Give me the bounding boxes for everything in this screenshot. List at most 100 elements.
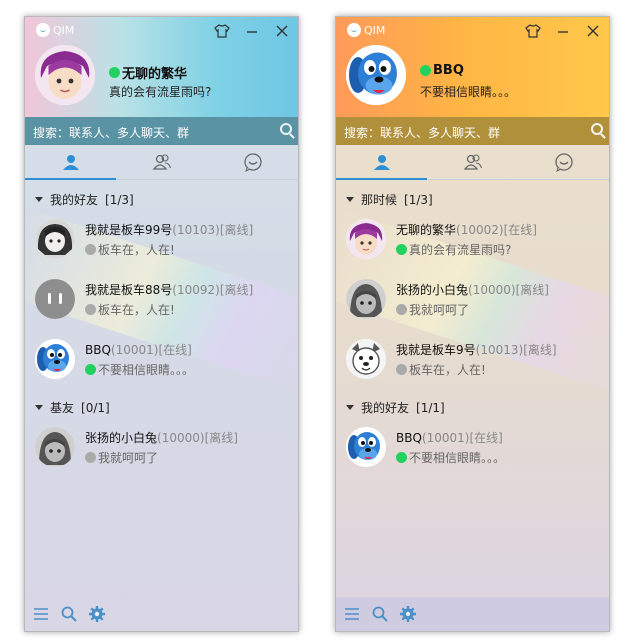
contact-title: 张扬的小白兔(10000)[离线] <box>85 429 238 446</box>
tab-groups[interactable] <box>427 145 518 179</box>
contact-signature-line: 板车在，人在! <box>396 361 486 378</box>
profile-signature[interactable]: 真的会有流星雨吗? <box>109 83 211 100</box>
contact-avatar <box>35 219 75 259</box>
contact-name: 我就是板车99号 <box>85 223 173 237</box>
minimize-icon[interactable] <box>555 23 571 39</box>
profile-avatar[interactable] <box>35 45 95 105</box>
app-logo-text: QIM <box>364 23 386 37</box>
find-icon[interactable] <box>60 605 78 623</box>
skin-shirt-icon[interactable] <box>525 23 541 39</box>
online-status-icon <box>109 67 120 78</box>
group-title: 那时候 <box>361 193 398 207</box>
menu-icon[interactable] <box>343 605 361 623</box>
contact-avatar <box>35 279 75 319</box>
group-header[interactable]: 基友 [0/1] <box>35 399 110 416</box>
contact-signature: 真的会有流星雨吗? <box>409 243 512 257</box>
group-title: 基友 <box>50 401 75 415</box>
search-icon[interactable] <box>280 123 292 135</box>
offline-status-icon <box>85 244 96 255</box>
contact-status: [离线] <box>219 223 254 237</box>
contact-name: 张扬的小白兔 <box>85 431 158 445</box>
tab-contacts[interactable] <box>25 145 116 180</box>
group-header[interactable]: 那时候 [1/3] <box>346 191 433 208</box>
profile-name-text: BBQ <box>433 63 464 78</box>
contact-status: [离线] <box>515 283 549 297</box>
settings-gear-icon[interactable] <box>399 605 417 623</box>
contact-status: [离线] <box>204 431 238 445</box>
profile-avatar[interactable] <box>346 45 406 105</box>
contact-signature-line: 真的会有流星雨吗? <box>396 241 511 258</box>
contact-signature-line: 不要相信眼睛。。。 <box>396 449 505 466</box>
offline-status-icon <box>85 452 96 463</box>
contact-name: 我就是板车9号 <box>396 343 476 357</box>
group-people-icon <box>152 154 171 170</box>
group-count: [1/1] <box>416 400 445 415</box>
contact-signature: 不要相信眼睛。。。 <box>98 363 195 377</box>
online-status-icon <box>396 244 407 255</box>
contact-id: (10000) <box>157 431 205 445</box>
main-tabs <box>336 145 609 180</box>
contact-signature-line: 我就呵呵了 <box>396 301 469 318</box>
contact-title: BBQ(10001)[在线] <box>396 429 503 446</box>
qim-logo-icon <box>36 23 50 37</box>
offline-status-icon <box>396 364 407 375</box>
group-people-icon <box>463 154 482 170</box>
find-icon[interactable] <box>371 605 389 623</box>
profile-signature[interactable]: 不要相信眼睛。。。 <box>420 83 516 100</box>
window-controls <box>525 23 601 39</box>
profile-name[interactable]: 无聊的繁华 <box>109 63 187 82</box>
online-status-icon <box>396 452 407 463</box>
tab-recent-chats[interactable] <box>518 145 609 179</box>
contact-status: [在线] <box>503 223 537 237</box>
contact-item[interactable]: 张扬的小白兔(10000)[离线] 我就呵呵了 <box>346 279 606 325</box>
window-header: QIM BBQ 不要相信眼睛。。。 <box>336 17 609 117</box>
search-bar[interactable]: 搜索：联系人、多人聊天、群 <box>25 117 298 145</box>
contact-avatar <box>35 339 75 379</box>
contact-title: 我就是板车9号(10013)[离线] <box>396 341 557 358</box>
contact-status: [在线] <box>158 343 192 357</box>
contact-name: 张扬的小白兔 <box>396 283 469 297</box>
minimize-icon[interactable] <box>244 23 260 39</box>
group-count: [1/3] <box>404 192 433 207</box>
contact-signature-line: 不要相信眼睛。。。 <box>85 361 194 378</box>
contact-item[interactable]: 我就是板车99号(10103)[离线] 板车在，人在! <box>35 219 295 265</box>
contact-signature-line: 板车在，人在! <box>85 301 175 318</box>
contact-id: (10013) <box>475 343 524 357</box>
group-count: [0/1] <box>81 400 110 415</box>
contact-item[interactable]: 张扬的小白兔(10000)[离线] 我就呵呵了 <box>35 427 295 473</box>
search-bar[interactable]: 搜索：联系人、多人聊天、群 <box>336 117 609 145</box>
window-controls <box>214 23 290 39</box>
tab-contacts[interactable] <box>336 145 427 180</box>
expand-triangle-icon <box>346 405 354 410</box>
contact-item[interactable]: 我就是板车88号(10092)[离线] 板车在，人在! <box>35 279 295 325</box>
tab-recent-chats[interactable] <box>207 145 298 179</box>
contact-id: (10000) <box>468 283 516 297</box>
settings-gear-icon[interactable] <box>88 605 106 623</box>
contact-item[interactable]: 我就是板车9号(10013)[离线] 板车在，人在! <box>346 339 606 385</box>
contact-avatar <box>35 427 75 467</box>
app-logo-text: QIM <box>53 23 75 37</box>
online-status-icon <box>420 65 431 76</box>
contact-id: (10002) <box>456 223 504 237</box>
search-icon[interactable] <box>591 123 603 135</box>
contact-signature-line: 我就呵呵了 <box>85 449 158 466</box>
contact-status: [在线] <box>469 431 503 445</box>
contact-title: 张扬的小白兔(10000)[离线] <box>396 281 549 298</box>
chat-window-right: QIM BBQ 不要相信眼睛。。。 搜索：联系人、多人聊天、群 那时候 [1/3… <box>335 16 610 632</box>
contact-item[interactable]: BBQ(10001)[在线] 不要相信眼睛。。。 <box>35 339 295 385</box>
menu-icon[interactable] <box>32 605 50 623</box>
search-placeholder: 搜索：联系人、多人聊天、群 <box>344 126 501 140</box>
bottom-toolbar <box>25 597 298 631</box>
app-logo: QIM <box>36 23 74 37</box>
skin-shirt-icon[interactable] <box>214 23 230 39</box>
contact-id: (10103) <box>172 223 220 237</box>
close-icon[interactable] <box>274 23 290 39</box>
contact-item[interactable]: 无聊的繁华(10002)[在线] 真的会有流星雨吗? <box>346 219 606 265</box>
tab-groups[interactable] <box>116 145 207 179</box>
group-header[interactable]: 我的好友 [1/3] <box>35 191 134 208</box>
contact-item[interactable]: BBQ(10001)[在线] 不要相信眼睛。。。 <box>346 427 606 473</box>
close-icon[interactable] <box>585 23 601 39</box>
group-header[interactable]: 我的好友 [1/1] <box>346 399 445 416</box>
profile-name[interactable]: BBQ <box>420 63 464 78</box>
contact-signature: 我就呵呵了 <box>409 303 470 317</box>
